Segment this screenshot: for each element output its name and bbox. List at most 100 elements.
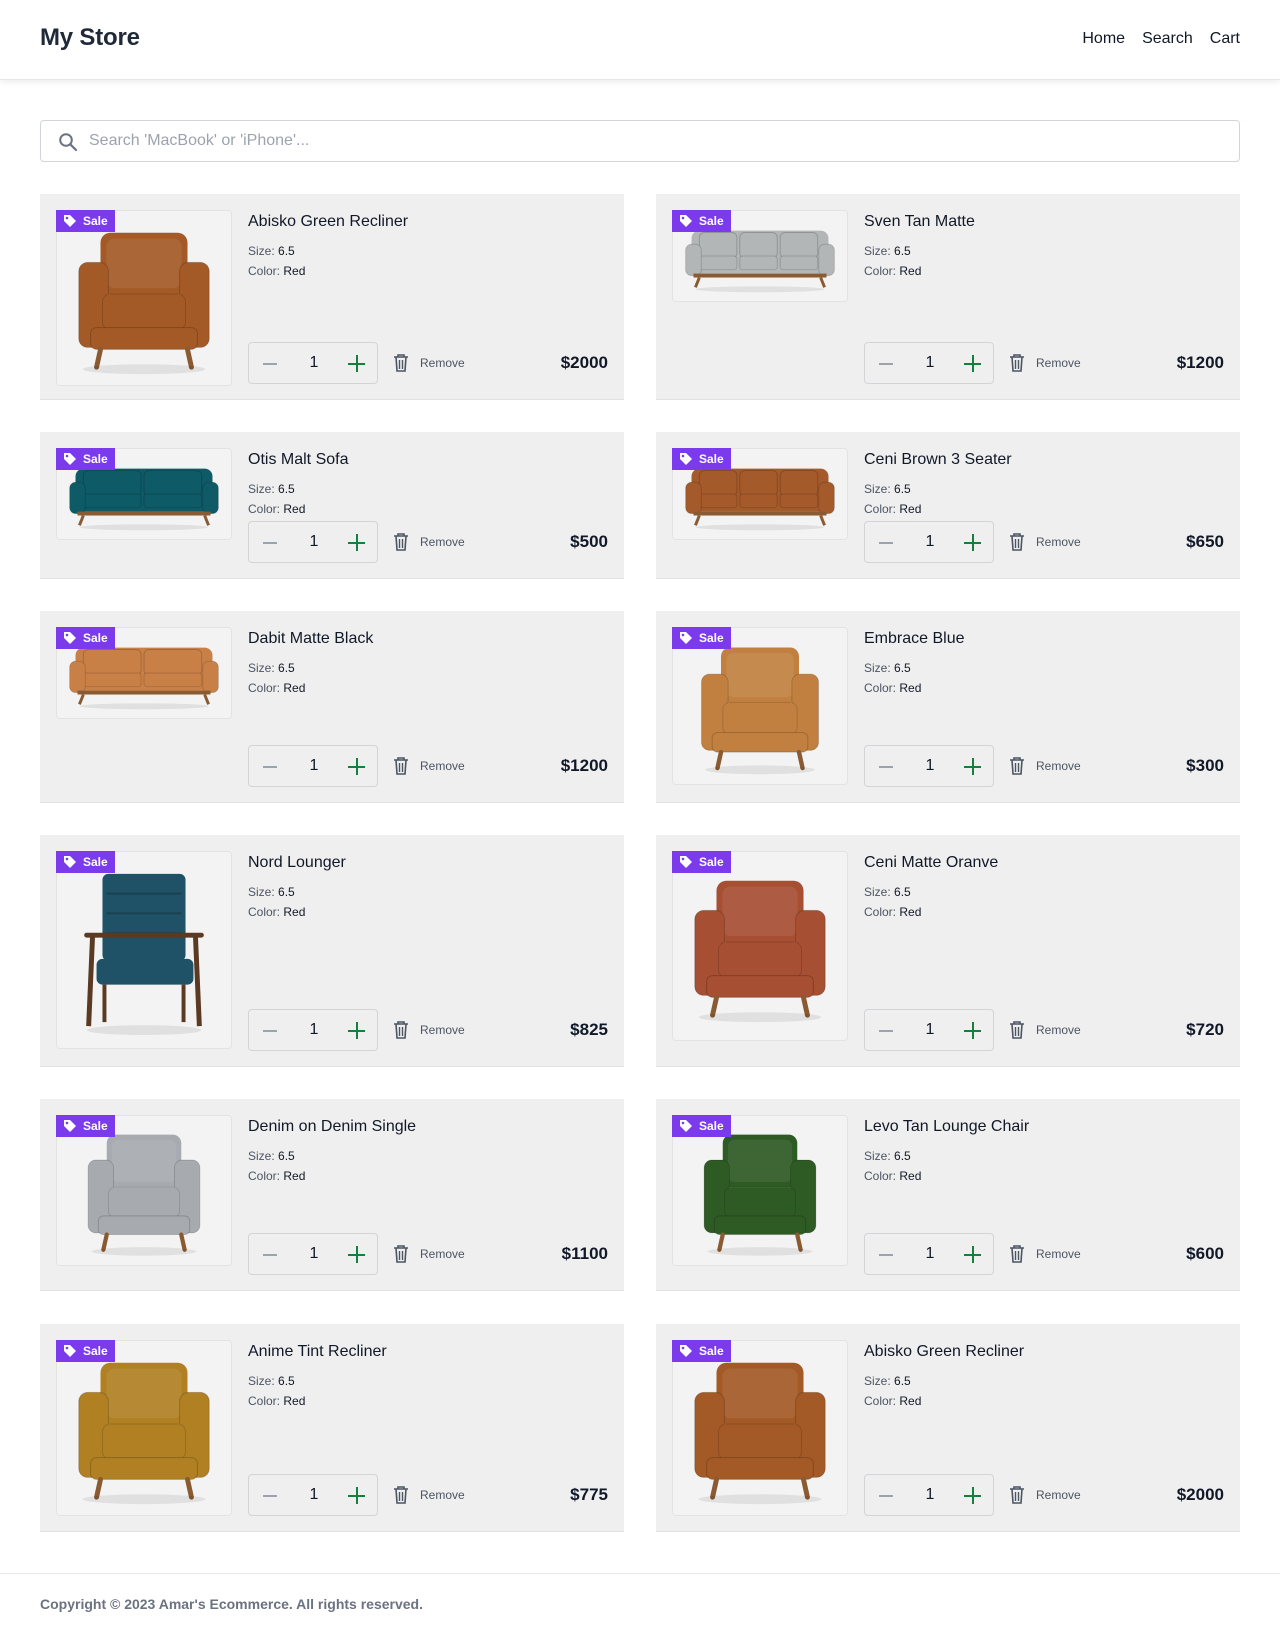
product-name[interactable]: Levo Tan Lounge Chair — [864, 1118, 1029, 1136]
sale-badge-label: Sale — [699, 855, 724, 869]
product-name[interactable]: Abisko Green Recliner — [864, 1343, 1024, 1361]
product-color: Color: Red — [864, 1169, 921, 1183]
remove-button[interactable]: Remove — [1008, 353, 1081, 373]
product-name[interactable]: Anime Tint Recliner — [248, 1343, 387, 1361]
remove-button[interactable]: Remove — [1008, 1020, 1081, 1040]
remove-button[interactable]: Remove — [1008, 1244, 1081, 1264]
product-name[interactable]: Ceni Brown 3 Seater — [864, 451, 1012, 469]
product-image[interactable] — [56, 210, 232, 386]
nav-cart-link[interactable]: Cart — [1210, 30, 1240, 48]
decrease-quantity-button[interactable] — [263, 1030, 277, 1032]
size-value: 6.5 — [894, 1149, 911, 1163]
quantity-value: 1 — [309, 354, 319, 371]
product-name[interactable]: Nord Lounger — [248, 854, 346, 872]
increase-quantity-button[interactable] — [964, 758, 981, 775]
remove-label: Remove — [420, 535, 465, 549]
product-size: Size: 6.5 — [248, 1149, 295, 1163]
size-value: 6.5 — [894, 482, 911, 496]
tag-icon — [680, 856, 692, 868]
color-value: Red — [899, 905, 922, 919]
product-name[interactable]: Dabit Matte Black — [248, 630, 373, 648]
sale-badge: Sale — [672, 1340, 731, 1362]
tag-icon — [64, 453, 76, 465]
tag-icon — [64, 215, 76, 227]
tag-icon — [680, 632, 692, 644]
product-image[interactable] — [56, 1115, 232, 1266]
decrease-quantity-button[interactable] — [879, 1254, 893, 1256]
trash-icon — [394, 533, 408, 551]
color-label: Color: — [248, 1394, 281, 1408]
decrease-quantity-button[interactable] — [879, 1030, 893, 1032]
cart-item-card: Sale Dabit Matte Black Size: 6.5 Color: … — [40, 611, 624, 803]
size-label: Size: — [864, 482, 891, 496]
increase-quantity-button[interactable] — [964, 534, 981, 551]
remove-button[interactable]: Remove — [1008, 532, 1081, 552]
decrease-quantity-button[interactable] — [879, 766, 893, 768]
decrease-quantity-button[interactable] — [263, 1495, 277, 1497]
decrease-quantity-button[interactable] — [263, 1254, 277, 1256]
nav-search-link[interactable]: Search — [1142, 30, 1193, 48]
product-name[interactable]: Embrace Blue — [864, 630, 965, 648]
decrease-quantity-button[interactable] — [263, 542, 277, 544]
size-label: Size: — [248, 482, 275, 496]
product-name[interactable]: Abisko Green Recliner — [248, 213, 408, 231]
product-image[interactable] — [56, 851, 232, 1049]
increase-quantity-button[interactable] — [348, 1022, 365, 1039]
decrease-quantity-button[interactable] — [879, 1495, 893, 1497]
quantity-stepper: 1 — [248, 1233, 378, 1275]
decrease-quantity-button[interactable] — [879, 542, 893, 544]
increase-quantity-button[interactable] — [964, 355, 981, 372]
cart-item-card: Sale Levo Tan Lounge Chair Size: 6.5 Col… — [656, 1099, 1240, 1291]
remove-button[interactable]: Remove — [392, 1485, 465, 1505]
nav-home-link[interactable]: Home — [1082, 30, 1125, 48]
tag-icon — [680, 453, 692, 465]
increase-quantity-button[interactable] — [348, 1487, 365, 1504]
product-image[interactable] — [672, 851, 848, 1041]
brand-logo[interactable]: My Store — [40, 24, 140, 52]
remove-button[interactable]: Remove — [1008, 756, 1081, 776]
product-image[interactable] — [672, 627, 848, 785]
product-price: $775 — [570, 1485, 608, 1504]
remove-button[interactable]: Remove — [392, 756, 465, 776]
increase-quantity-button[interactable] — [348, 534, 365, 551]
remove-button[interactable]: Remove — [392, 532, 465, 552]
increase-quantity-button[interactable] — [348, 355, 365, 372]
quantity-value: 1 — [925, 533, 935, 550]
sale-badge: Sale — [672, 627, 731, 649]
product-size: Size: 6.5 — [248, 482, 295, 496]
decrease-quantity-button[interactable] — [879, 363, 893, 365]
remove-button[interactable]: Remove — [392, 1020, 465, 1040]
product-color: Color: Red — [248, 1169, 305, 1183]
sale-badge-label: Sale — [83, 855, 108, 869]
product-image[interactable] — [672, 1340, 848, 1516]
increase-quantity-button[interactable] — [964, 1246, 981, 1263]
decrease-quantity-button[interactable] — [263, 766, 277, 768]
product-name[interactable]: Ceni Matte Oranve — [864, 854, 998, 872]
color-label: Color: — [864, 1394, 897, 1408]
increase-quantity-button[interactable] — [964, 1487, 981, 1504]
sale-badge: Sale — [672, 851, 731, 873]
product-name[interactable]: Sven Tan Matte — [864, 213, 975, 231]
product-price: $650 — [1186, 532, 1224, 551]
quantity-stepper: 1 — [864, 1474, 994, 1516]
search-input[interactable] — [89, 121, 1229, 161]
remove-button[interactable]: Remove — [1008, 1485, 1081, 1505]
cart-item-card: Sale Anime Tint Recliner Size: 6.5 Color… — [40, 1324, 624, 1532]
product-image[interactable] — [672, 1115, 848, 1266]
color-value: Red — [283, 502, 306, 516]
size-value: 6.5 — [894, 661, 911, 675]
increase-quantity-button[interactable] — [964, 1022, 981, 1039]
cart-item-card: Sale Denim on Denim Single Size: 6.5 Col… — [40, 1099, 624, 1291]
increase-quantity-button[interactable] — [348, 758, 365, 775]
tag-icon — [64, 1345, 76, 1357]
remove-button[interactable]: Remove — [392, 353, 465, 373]
remove-button[interactable]: Remove — [392, 1244, 465, 1264]
decrease-quantity-button[interactable] — [263, 363, 277, 365]
product-name[interactable]: Otis Malt Sofa — [248, 451, 348, 469]
product-image[interactable] — [56, 1340, 232, 1516]
sale-badge-label: Sale — [699, 214, 724, 228]
size-value: 6.5 — [894, 885, 911, 899]
size-label: Size: — [248, 885, 275, 899]
product-name[interactable]: Denim on Denim Single — [248, 1118, 416, 1136]
increase-quantity-button[interactable] — [348, 1246, 365, 1263]
